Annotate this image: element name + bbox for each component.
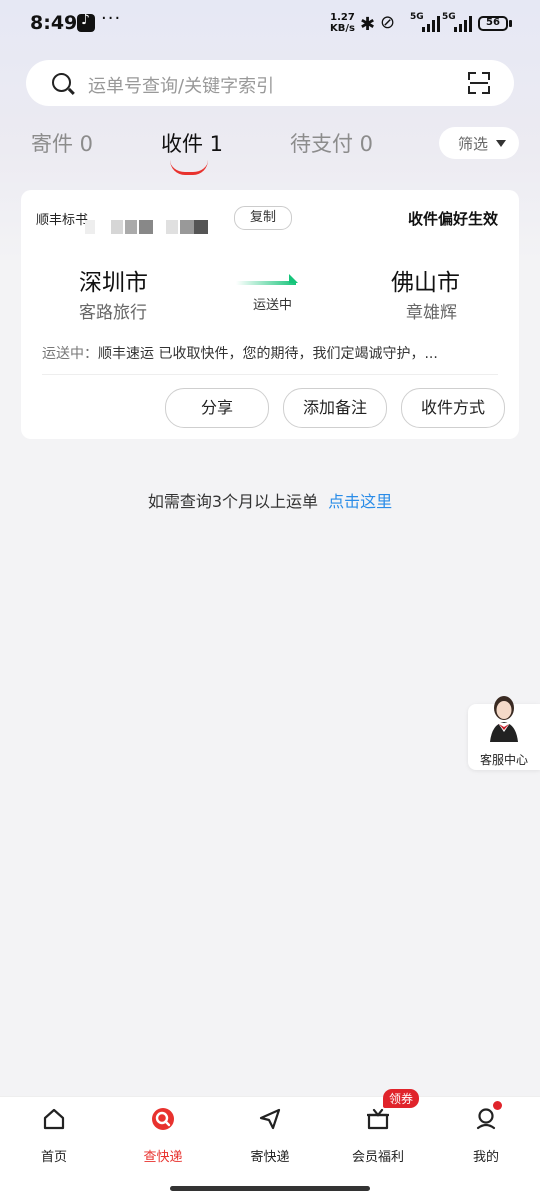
customer-service-button[interactable]: 客服中心 xyxy=(468,696,540,770)
status-bar: 8:49 ··· 1.27 KB/s ✱ ⊘ 5G 5G 56 xyxy=(0,0,540,48)
shipment-card[interactable]: 顺丰标书 复制 收件偏好生效 深圳市 客路旅行 运送中 佛山市 章雄辉 运送中：… xyxy=(21,190,519,439)
masked-tracking-number xyxy=(85,220,95,234)
sender-name: 客路旅行 xyxy=(79,303,147,323)
home-indicator[interactable] xyxy=(170,1186,370,1191)
bluetooth-icon: ✱ xyxy=(360,14,376,35)
signal-1-icon: 5G xyxy=(410,12,442,32)
recipient-name: 章雄辉 xyxy=(406,303,457,323)
notification-dot xyxy=(493,1101,502,1110)
arrow-right-icon xyxy=(289,274,298,283)
brand-label: 顺丰标书 xyxy=(36,213,89,228)
transit-arrow xyxy=(236,281,296,285)
coupon-badge[interactable]: 领券 xyxy=(383,1089,420,1108)
filter-button[interactable]: 筛选 xyxy=(439,127,519,159)
tracking-latest[interactable]: 运送中：顺丰速运 已收取快件，您的期待，我们定竭诚守护，... xyxy=(42,343,438,363)
signal-2-icon: 5G xyxy=(442,12,474,32)
search-input[interactable]: 运单号查询/关键字索引 xyxy=(26,60,514,106)
agent-avatar-icon xyxy=(490,696,518,742)
active-tab-indicator xyxy=(170,160,208,175)
tab-received[interactable]: 收件 1 xyxy=(161,128,223,158)
gift-icon xyxy=(367,1108,389,1130)
tiktok-icon xyxy=(77,12,95,32)
add-note-button[interactable]: 添加备注 xyxy=(283,388,387,428)
send-icon xyxy=(259,1108,281,1130)
delivery-method-button[interactable]: 收件方式 xyxy=(401,388,505,428)
status-time: 8:49 xyxy=(30,12,78,34)
search-icon xyxy=(52,73,71,92)
tab-sent[interactable]: 寄件 0 xyxy=(31,128,93,158)
history-hint: 如需查询3个月以上运单 点击这里 xyxy=(147,492,393,511)
more-notifications-icon: ··· xyxy=(101,8,122,29)
search-placeholder: 运单号查询/关键字索引 xyxy=(88,76,275,97)
divider xyxy=(42,374,498,375)
destination-city: 佛山市 xyxy=(391,270,460,296)
origin-city: 深圳市 xyxy=(79,270,148,296)
battery-tip xyxy=(509,20,512,27)
history-link[interactable]: 点击这里 xyxy=(328,492,392,511)
share-button[interactable]: 分享 xyxy=(165,388,269,428)
hotspot-link-icon: ⊘ xyxy=(380,12,396,33)
delivery-preference[interactable]: 收件偏好生效 xyxy=(408,208,498,229)
home-icon xyxy=(43,1108,65,1130)
shipment-status: 运送中 xyxy=(253,298,293,313)
tab-pending-payment[interactable]: 待支付 0 xyxy=(290,128,373,158)
battery-icon: 56 xyxy=(478,16,508,31)
copy-button[interactable]: 复制 xyxy=(234,206,292,230)
dropdown-triangle-icon xyxy=(496,140,506,147)
search-express-icon xyxy=(152,1108,174,1130)
profile-icon xyxy=(476,1108,496,1130)
scan-icon[interactable] xyxy=(468,72,490,94)
network-speed: 1.27 KB/s xyxy=(330,12,355,34)
